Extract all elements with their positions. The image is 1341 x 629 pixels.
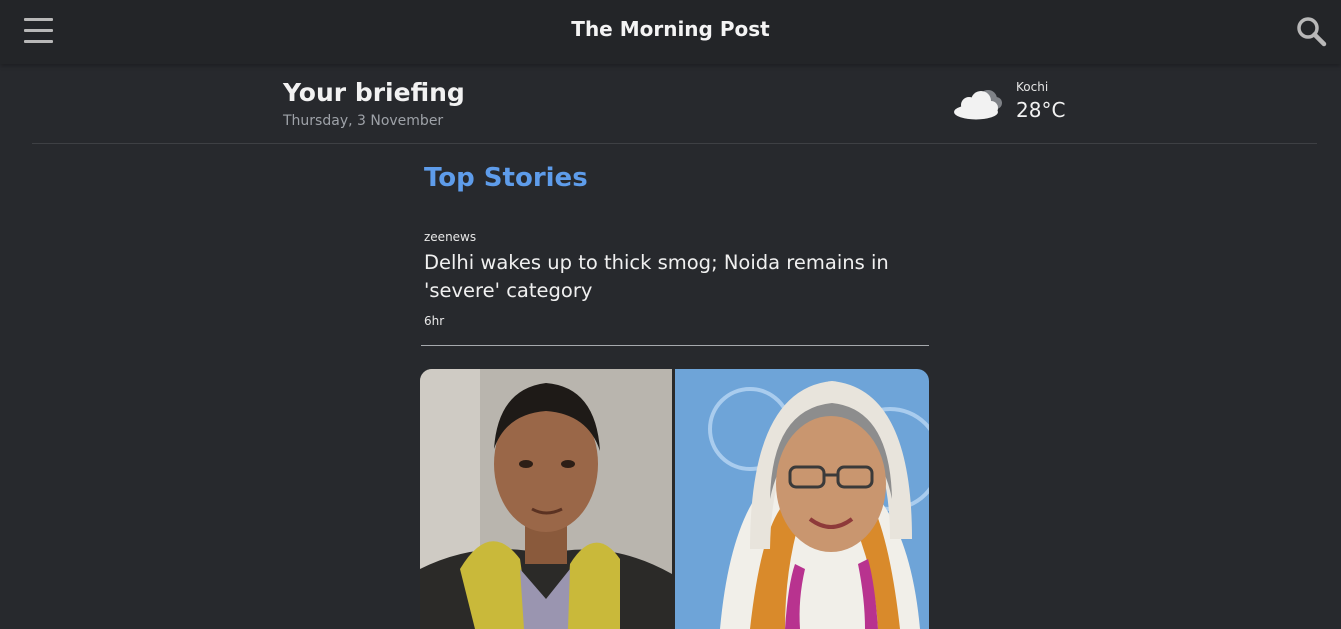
story-image[interactable]: [420, 369, 929, 629]
story-time: 6hr: [424, 314, 445, 328]
weather-city: Kochi: [1016, 80, 1049, 94]
section-title-top-stories: Top Stories: [424, 163, 588, 193]
weather-temperature: 28°C: [1016, 98, 1066, 122]
top-app-bar: The Morning Post: [0, 0, 1341, 64]
header-divider: [32, 143, 1317, 144]
briefing-date: Thursday, 3 November: [283, 113, 444, 129]
app-title: The Morning Post: [571, 17, 770, 41]
story-divider: [421, 345, 929, 346]
cloudy-icon: [952, 86, 1004, 120]
story-source: zeenews: [424, 230, 477, 244]
story-headline-link[interactable]: Delhi wakes up to thick smog; Noida rema…: [424, 249, 894, 305]
briefing-title: Your briefing: [283, 78, 465, 107]
search-icon[interactable]: [1295, 15, 1327, 47]
